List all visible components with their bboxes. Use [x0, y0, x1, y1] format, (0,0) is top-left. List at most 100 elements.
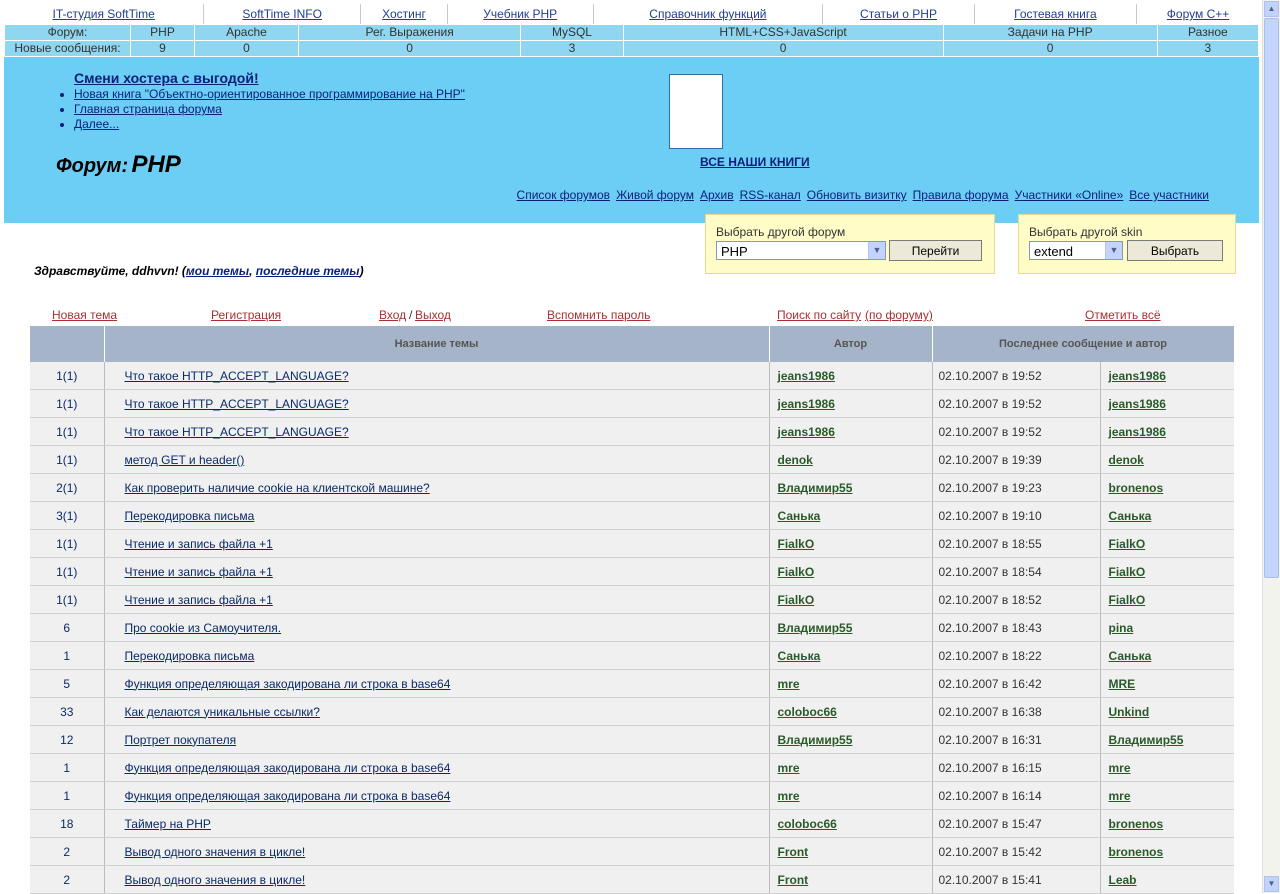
topic-author-link[interactable]: jeans1986	[778, 369, 835, 383]
promo-link[interactable]: Далее...	[74, 117, 119, 131]
topic-title-link[interactable]: метод GET и header()	[125, 453, 245, 467]
forum-link[interactable]: Список форумов	[517, 188, 611, 202]
last-author-link[interactable]: Владимир55	[1109, 733, 1184, 747]
logout-link[interactable]: Выход	[415, 308, 451, 322]
last-author-link[interactable]: bronenos	[1109, 817, 1164, 831]
scrollbar-thumb[interactable]	[1264, 18, 1279, 578]
forum-link[interactable]: Правила форума	[913, 188, 1009, 202]
last-author-link[interactable]: pina	[1109, 621, 1134, 635]
topic-title-link[interactable]: Чтение и запись файла +1	[125, 537, 273, 551]
last-author-link[interactable]: Санька	[1109, 649, 1152, 663]
topnav-link[interactable]: SoftTime INFO	[242, 7, 322, 21]
all-books-link[interactable]: ВСЕ НАШИ КНИГИ	[700, 155, 810, 169]
last-author-link[interactable]: FialkO	[1109, 593, 1146, 607]
forum-link[interactable]: Обновить визитку	[807, 188, 907, 202]
topic-title-link[interactable]: Функция определяющая закодирована ли стр…	[125, 761, 451, 775]
last-author-link[interactable]: jeans1986	[1109, 425, 1166, 439]
promo-link[interactable]: Главная страница форума	[74, 102, 222, 116]
stats-forum-name[interactable]: Рег. Выражения	[297, 24, 522, 41]
skin-select-button[interactable]: Выбрать	[1127, 240, 1223, 261]
last-author-link[interactable]: Unkind	[1109, 705, 1150, 719]
forum-link[interactable]: Живой форум	[616, 188, 694, 202]
new-topic-link[interactable]: Новая тема	[52, 308, 117, 322]
topic-author-link[interactable]: Front	[778, 873, 809, 887]
topic-author-link[interactable]: FialkO	[778, 537, 815, 551]
last-author-link[interactable]: Leab	[1109, 873, 1137, 887]
topic-title-link[interactable]: Как делаются уникальные ссылки?	[125, 705, 320, 719]
arrow-down-icon[interactable]: ▼	[1264, 876, 1279, 892]
forum-select-dropdown[interactable]: PHP ▼	[716, 241, 886, 260]
register-link[interactable]: Регистрация	[211, 308, 281, 322]
last-author-link[interactable]: FialkO	[1109, 537, 1146, 551]
last-author-link[interactable]: jeans1986	[1109, 397, 1166, 411]
topic-author-link[interactable]: mre	[778, 761, 800, 775]
last-author-link[interactable]: mre	[1109, 761, 1131, 775]
topic-author-link[interactable]: coloboc66	[778, 705, 837, 719]
topic-author-link[interactable]: Владимир55	[778, 733, 853, 747]
last-topics-link[interactable]: последние темы	[256, 264, 360, 278]
forum-link[interactable]: Участники «Online»	[1015, 188, 1124, 202]
stats-forum-name[interactable]: MySQL	[520, 24, 624, 41]
stats-forum-name[interactable]: Задачи на PHP	[942, 24, 1158, 41]
last-author-link[interactable]: Санька	[1109, 509, 1152, 523]
topic-title-link[interactable]: Про cookie из Самоучителя.	[125, 621, 282, 635]
last-author-link[interactable]: MRE	[1109, 677, 1136, 691]
topic-author-link[interactable]: coloboc66	[778, 817, 837, 831]
stats-forum-name[interactable]: Разное	[1156, 24, 1260, 41]
vertical-scrollbar[interactable]: ▲ ▼	[1262, 0, 1280, 893]
stats-forum-name[interactable]: HTML+CSS+JavaScript	[622, 24, 944, 41]
topnav-link[interactable]: Статьи о PHP	[860, 7, 937, 21]
topic-author-link[interactable]: mre	[778, 677, 800, 691]
arrow-up-icon[interactable]: ▲	[1264, 1, 1279, 17]
last-author-link[interactable]: bronenos	[1109, 481, 1164, 495]
stats-forum-name[interactable]: PHP	[129, 24, 196, 41]
search-forum-link[interactable]: (по форуму)	[865, 308, 933, 322]
topic-title-link[interactable]: Что такое HTTP_ACCEPT_LANGUAGE?	[125, 369, 349, 383]
forum-link[interactable]: Все участники	[1129, 188, 1209, 202]
skin-select-dropdown[interactable]: extend ▼	[1029, 241, 1123, 260]
my-topics-link[interactable]: мои темы	[186, 264, 249, 278]
topic-author-link[interactable]: Санька	[778, 509, 821, 523]
topic-author-link[interactable]: FialkO	[778, 565, 815, 579]
topnav-link[interactable]: Форум C++	[1167, 7, 1229, 21]
topic-author-link[interactable]: Front	[778, 845, 809, 859]
topic-title-link[interactable]: Портрет покупателя	[125, 733, 237, 747]
mark-all-link[interactable]: Отметить всё	[1085, 308, 1161, 322]
topic-author-link[interactable]: mre	[778, 789, 800, 803]
promo-title-link[interactable]: Смени хостера с выгодой!	[74, 70, 259, 86]
chevron-down-icon[interactable]: ▼	[868, 242, 885, 259]
topnav-link[interactable]: Справочник функций	[649, 7, 766, 21]
forum-link[interactable]: Архив	[700, 188, 734, 202]
topic-title-link[interactable]: Как проверить наличие cookie на клиентск…	[125, 481, 430, 495]
topic-author-link[interactable]: Владимир55	[778, 621, 853, 635]
last-author-link[interactable]: bronenos	[1109, 845, 1164, 859]
topic-title-link[interactable]: Чтение и запись файла +1	[125, 565, 273, 579]
remind-password-link[interactable]: Вспомнить пароль	[547, 308, 650, 322]
topic-title-link[interactable]: Таймер на PHP	[125, 817, 211, 831]
topic-author-link[interactable]: jeans1986	[778, 397, 835, 411]
topic-title-link[interactable]: Функция определяющая закодирована ли стр…	[125, 789, 451, 803]
last-author-link[interactable]: mre	[1109, 789, 1131, 803]
topic-title-link[interactable]: Чтение и запись файла +1	[125, 593, 273, 607]
topic-title-link[interactable]: Вывод одного значения в цикле!	[125, 873, 306, 887]
topic-author-link[interactable]: Санька	[778, 649, 821, 663]
search-site-link[interactable]: Поиск по сайту	[777, 308, 861, 322]
topnav-link[interactable]: Хостинг	[382, 7, 426, 21]
stats-forum-name[interactable]: Apache	[194, 24, 299, 41]
topnav-link[interactable]: Учебник PHP	[483, 7, 557, 21]
topic-title-link[interactable]: Вывод одного значения в цикле!	[125, 845, 306, 859]
topic-title-link[interactable]: Что такое HTTP_ACCEPT_LANGUAGE?	[125, 425, 349, 439]
topic-title-link[interactable]: Что такое HTTP_ACCEPT_LANGUAGE?	[125, 397, 349, 411]
last-author-link[interactable]: jeans1986	[1109, 369, 1166, 383]
forum-link[interactable]: RSS-канал	[740, 188, 801, 202]
topnav-link[interactable]: IT-студия SoftTime	[53, 7, 155, 21]
topic-title-link[interactable]: Перекодировка письма	[125, 649, 255, 663]
topic-author-link[interactable]: jeans1986	[778, 425, 835, 439]
topic-author-link[interactable]: denok	[778, 453, 813, 467]
topic-title-link[interactable]: Функция определяющая закодирована ли стр…	[125, 677, 451, 691]
book-image[interactable]	[669, 74, 723, 149]
topnav-link[interactable]: Гостевая книга	[1014, 7, 1097, 21]
topic-author-link[interactable]: FialkO	[778, 593, 815, 607]
last-author-link[interactable]: FialkO	[1109, 565, 1146, 579]
topic-author-link[interactable]: Владимир55	[778, 481, 853, 495]
